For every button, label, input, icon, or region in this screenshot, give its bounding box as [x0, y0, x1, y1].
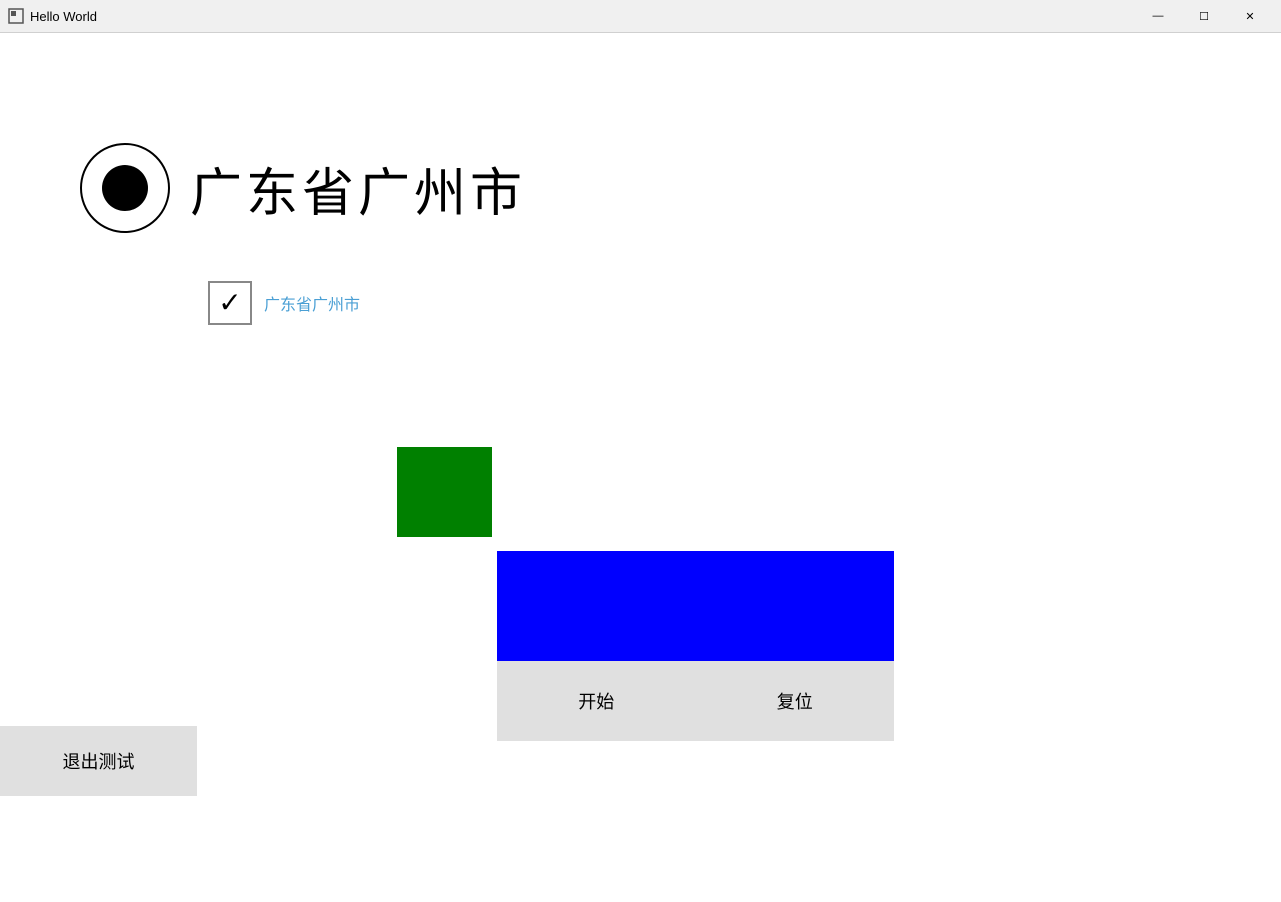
- checkbox-label: 广东省广州市: [264, 291, 360, 315]
- checkbox-tick: ✓: [218, 289, 241, 317]
- radio-label: 广东省广州市: [190, 151, 526, 226]
- reset-button[interactable]: 复位: [747, 680, 843, 722]
- checkbox[interactable]: ✓: [208, 281, 252, 325]
- green-rectangle: [397, 447, 492, 537]
- radio-inner-dot: [102, 165, 148, 211]
- main-content: 广东省广州市 ✓ 广东省广州市 开始 复位 退出测试: [0, 33, 1281, 902]
- button-panel: 开始 复位: [497, 661, 894, 741]
- window-controls: — ☐ ✕: [1135, 0, 1273, 33]
- exit-button[interactable]: 退出测试: [0, 726, 197, 796]
- start-button[interactable]: 开始: [548, 680, 644, 722]
- window-title: Hello World: [30, 9, 97, 24]
- title-bar-left: Hello World: [8, 8, 97, 24]
- title-bar: Hello World — ☐ ✕: [0, 0, 1281, 33]
- checkbox-section: ✓ 广东省广州市: [208, 281, 360, 325]
- maximize-button[interactable]: ☐: [1181, 0, 1227, 33]
- minimize-button[interactable]: —: [1135, 0, 1181, 33]
- radio-button[interactable]: [80, 143, 170, 233]
- close-button[interactable]: ✕: [1227, 0, 1273, 33]
- blue-rectangle: [497, 551, 894, 661]
- app-icon: [8, 8, 24, 24]
- radio-section: 广东省广州市: [80, 143, 526, 233]
